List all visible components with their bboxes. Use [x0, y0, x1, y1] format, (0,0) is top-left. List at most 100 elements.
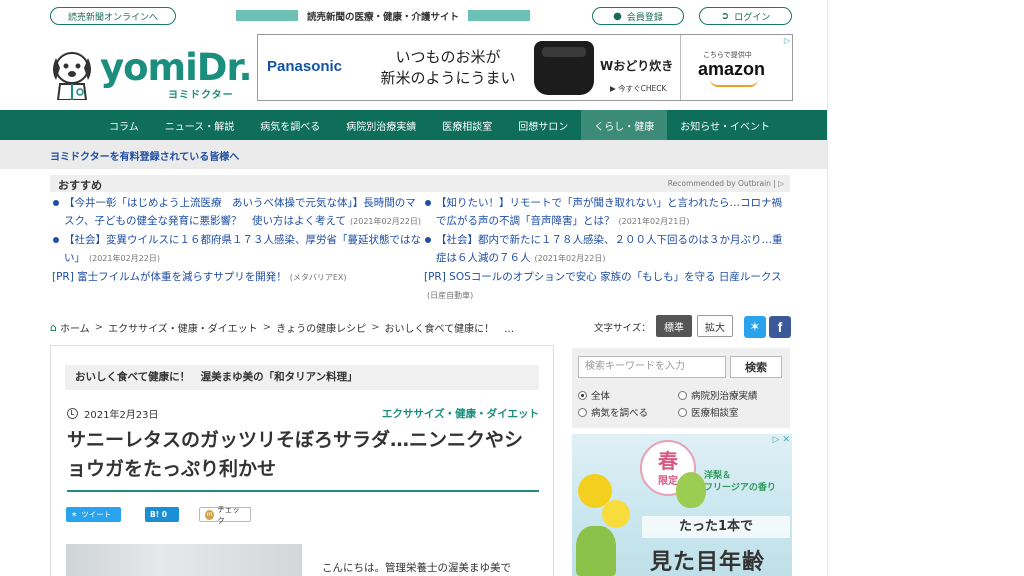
breadcrumb-home[interactable]: ホーム [60, 320, 90, 335]
article-category[interactable]: エクササイズ・健康・ダイエット [382, 406, 539, 421]
ad-divider [680, 35, 681, 100]
recommend-column-left: 【今井一彰「はじめよう上流医療 あいうべ体操で元気な体」】長時間のマスク、子ども… [52, 194, 422, 287]
twitter-bird-icon: ✶ [71, 510, 78, 519]
recommend-item[interactable]: 【社会】変異ウイルスに１６都府県１７３人感染、厚労省「蔓延状態ではない」 (202… [52, 231, 422, 268]
bullet-icon [425, 200, 431, 206]
radio-hospital-results[interactable]: 病院別治療実績 [678, 388, 758, 402]
radio-label: 全体 [591, 391, 611, 402]
sidebar-search: 検索キーワードを入力 検索 全体 病院別治療実績 病気を調べる 医療相談室 [572, 348, 790, 428]
recommend-pr-text: [PR] 富士フイルムが体重を減らすサプリを開発！ [52, 271, 287, 283]
register-button[interactable]: ● 会員登録 [592, 7, 684, 25]
twitter-icon[interactable]: ✶ [744, 316, 766, 338]
recommend-pr-source: (メタバリアEX) [289, 273, 347, 282]
breadcrumb-separator: > [94, 321, 104, 333]
radio-label: 病気を調べる [591, 408, 649, 419]
recommend-item-date: (2021年02月21日) [618, 217, 690, 226]
recommend-item-date: (2021年02月22日) [534, 254, 606, 263]
article-series-title[interactable]: おいしく食べて健康に！ 渥美まゆ美の「和タリアン料理」 [65, 365, 539, 390]
tweet-button[interactable]: ✶ ツイート [66, 507, 121, 522]
login-button[interactable]: ➲ ログイン [699, 7, 792, 25]
site-logo[interactable]: yomiDr. ヨミドクター [50, 46, 253, 101]
ad-cta: ▶ 今すぐCHECK [610, 84, 667, 93]
dog-mascot-icon [53, 52, 91, 100]
site-tagline-text: 読売新聞の医療・健康・介護サイト [306, 11, 459, 23]
top-bar: 読売新聞オンラインへ 読売新聞の医療・健康・介護サイト ● 会員登録 ➲ ログイ… [0, 0, 828, 30]
tagline-bar-right [468, 10, 530, 21]
outbrain-credit[interactable]: Recommended by Outbrain | ▷ [668, 179, 784, 188]
logo-subtitle: ヨミドクター [168, 90, 234, 101]
ad-copy: いつものお米が 新米のようにうまい [363, 47, 533, 89]
article-card: おいしく食べて健康に！ 渥美まゆ美の「和タリアン料理」 2021年2月23日 エ… [50, 345, 554, 576]
search-button[interactable]: 検索 [730, 356, 782, 378]
nav-life-health[interactable]: くらし・健康 [581, 110, 668, 140]
recommend-item[interactable]: 【知りたい！】リモートで「声が聞き取れない」と言われたら…コロナ禍で広がる声の不… [424, 194, 792, 231]
adchoices-close-icon[interactable]: ▷ ✕ [773, 435, 790, 445]
recommend-heading: おすすめ [58, 179, 102, 192]
amazon-logo: amazon [698, 59, 766, 79]
tagline-bar-left [236, 10, 298, 21]
breadcrumb-current: おいしく食べて健康に！ … [384, 323, 515, 335]
recommend-item[interactable]: 【今井一彰「はじめよう上流医療 あいうべ体操で元気な体」】長時間のマスク、子ども… [52, 194, 422, 231]
hatena-label: B! 0 [150, 510, 167, 519]
breadcrumb: ⌂ ホーム > エクササイズ・健康・ダイエット > きょうの健康レシピ > おい… [50, 320, 515, 335]
home-icon: ⌂ [50, 320, 57, 334]
site-tagline: 読売新聞の医療・健康・介護サイト [236, 10, 530, 23]
ad-headline-1: たった1本で [642, 516, 790, 538]
search-input[interactable]: 検索キーワードを入力 [578, 356, 726, 378]
recommend-pr-source: (日産自動車) [427, 291, 474, 300]
font-size-standard-button[interactable]: 標準 [656, 315, 692, 337]
facebook-icon[interactable]: f [769, 316, 791, 338]
clock-icon [67, 408, 78, 419]
font-size-label: 文字サイズ： [594, 323, 651, 334]
nav-hospital-results[interactable]: 病院別治療実績 [333, 110, 429, 140]
hatena-bookmark-button[interactable]: B! 0 [145, 507, 179, 522]
nav-column[interactable]: コラム [96, 110, 152, 140]
nav-disease[interactable]: 病気を調べる [247, 110, 333, 140]
font-size-large-button[interactable]: 拡大 [697, 315, 733, 337]
header-ad-banner[interactable]: Panasonic いつものお米が 新米のようにうまい Wおどり炊き ▶ 今すぐ… [257, 34, 793, 101]
nav-medical-consult[interactable]: 医療相談室 [429, 110, 505, 140]
tweet-label: ツイート [81, 510, 112, 519]
badge-big-text: 春 [658, 448, 678, 473]
nav-news-events[interactable]: お知らせ・イベント [667, 110, 783, 140]
yomiuri-online-link[interactable]: 読売新聞オンラインへ [50, 7, 176, 25]
recommend-item[interactable]: 【社会】都内で新たに１７８人感染、２００人下回るのは３か月ぶり…重症は６人減の７… [424, 231, 792, 268]
radio-all[interactable]: 全体 [578, 388, 610, 402]
mixi-label: チェック [217, 504, 240, 525]
amazon-smile-icon [710, 79, 758, 87]
nav-salon[interactable]: 回想サロン [505, 110, 581, 140]
recommend-column-right: 【知りたい！】リモートで「声が聞き取れない」と言われたら…コロナ禍で広がる声の不… [424, 194, 792, 305]
radio-selected-icon [578, 390, 587, 400]
page: 読売新聞オンラインへ 読売新聞の医療・健康・介護サイト ● 会員登録 ➲ ログイ… [0, 0, 828, 576]
article-date: 2021年2月23日 [67, 406, 159, 421]
logo-wordmark: yomiDr. [100, 46, 253, 89]
ad-note-line1: 洋梨＆ [704, 471, 732, 481]
flower-image [602, 500, 630, 528]
main-nav: コラム ニュース・解説 病気を調べる 病院別治療実績 医療相談室 回想サロン く… [0, 110, 828, 140]
sidebar-ad[interactable]: ▷ ✕ 春 限定 洋梨＆ フリージアの香り たった1本で 見た目年齢 [572, 434, 792, 576]
adchoices-icon[interactable]: ▷ [784, 36, 790, 45]
ad-scent-note: 洋梨＆ フリージアの香り [704, 470, 776, 494]
radio-icon [678, 390, 687, 400]
radio-label: 病院別治療実績 [691, 391, 758, 402]
breadcrumb-separator: > [262, 321, 272, 333]
recommend-item-date: (2021年02月22日) [350, 217, 421, 226]
nav-news[interactable]: ニュース・解説 [152, 110, 248, 140]
breadcrumb-separator: > [371, 321, 380, 333]
mixi-icon: m [205, 509, 215, 520]
recommend-pr-item[interactable]: [PR] 富士フイルムが体重を減らすサプリを開発！ (メタバリアEX) [52, 268, 422, 287]
recommend-pr-item[interactable]: [PR] SOSコールのオプションで安心 家族の「もしも」を守る 日産ルークス (… [424, 268, 792, 305]
mixi-check-button[interactable]: m チェック [199, 505, 251, 525]
article-body: こんにちは。管理栄養士の渥美まゆ美で [322, 562, 511, 574]
pear-image [676, 472, 706, 508]
user-icon: ● [613, 10, 622, 22]
breadcrumb-recipe[interactable]: きょうの健康レシピ [276, 320, 366, 335]
register-label: 会員登録 [626, 12, 663, 23]
ad-brand: Panasonic [267, 58, 343, 75]
breadcrumb-exercise[interactable]: エクササイズ・健康・ダイエット [108, 320, 258, 335]
article-date-text: 2021年2月23日 [84, 410, 159, 421]
radio-disease[interactable]: 病気を調べる [578, 405, 648, 419]
radio-medical-consult[interactable]: 医療相談室 [678, 405, 739, 419]
member-notice-link[interactable]: ヨミドクターを有料登録されている皆様へ [50, 148, 239, 163]
leaf-image [576, 526, 616, 576]
